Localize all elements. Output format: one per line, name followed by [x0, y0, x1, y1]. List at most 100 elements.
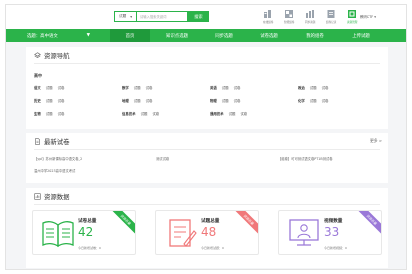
- stat-ribbon: 资源总量: [107, 211, 135, 238]
- resource-data-title-text: 资源数据: [44, 193, 70, 201]
- chevron-down-icon: ▼: [86, 33, 90, 38]
- subject-name: 地理: [122, 99, 129, 103]
- subject-link-papers[interactable]: 试卷: [234, 99, 241, 103]
- search-button[interactable]: 搜索: [188, 11, 209, 22]
- stat-title: 试题总量: [201, 219, 220, 224]
- quick-link-label: 组卷记录: [326, 21, 337, 24]
- paper-list-item[interactable]: 【ypl】苏州新课标高中语文卷_2: [34, 156, 82, 161]
- subject-link-papers[interactable]: 试卷: [58, 99, 65, 103]
- subject-cell: 语文 试题 试卷: [34, 85, 69, 90]
- subject-cell: 物理 试题 试卷: [210, 98, 245, 103]
- paper-list-item[interactable]: 温州中学2023高中语文考试: [34, 168, 75, 173]
- stat-today: 今日新增试题：0: [201, 246, 224, 250]
- subject-cell: 化学 试题 试卷: [298, 98, 333, 103]
- stat-title: 试卷总量: [78, 219, 97, 224]
- paper-list-item[interactable]: 【组卷】可可测试语文卷PT1B测试卷: [278, 156, 333, 161]
- subject-link-questions[interactable]: 试题: [134, 99, 141, 103]
- nav-paper-select[interactable]: 试卷选题: [249, 29, 289, 42]
- quick-link-resource-manage[interactable]: 资源管理: [347, 9, 357, 24]
- layers-icon: [34, 52, 41, 58]
- subject-link-questions[interactable]: 试题: [310, 99, 317, 103]
- divider: [34, 149, 380, 150]
- subject-cell: 通用技术 试题 试卷: [210, 111, 252, 116]
- database-icon: [34, 193, 41, 200]
- subject-link-questions[interactable]: 试题: [222, 86, 229, 90]
- subject-name: 信息技术: [122, 112, 136, 116]
- record-icon: [327, 10, 335, 18]
- paper-list-item[interactable]: 测试试卷: [156, 156, 169, 161]
- subject-link-questions[interactable]: 试题: [46, 112, 53, 116]
- subject-link-questions[interactable]: 试题: [141, 112, 148, 116]
- quick-link-online-compose[interactable]: 在线组卷: [263, 9, 273, 24]
- subject-link-questions[interactable]: 试题: [134, 86, 141, 90]
- subject-link-papers[interactable]: 试卷: [152, 112, 159, 116]
- search-scope-label: 试题: [119, 14, 127, 18]
- subject-name: 通用技术: [210, 112, 224, 116]
- stat-card-papers[interactable]: 试卷总量 42 今日新增试卷：0 资源总量: [32, 210, 136, 255]
- nav-sync-select[interactable]: 同步选题: [204, 29, 244, 42]
- quick-link-sync-resource[interactable]: 同步资源: [305, 9, 315, 24]
- stat-value: 42: [78, 225, 94, 239]
- stat-title: 视频数量: [324, 219, 343, 224]
- quick-link-smart-compose[interactable]: 智能组卷: [284, 9, 294, 24]
- subject-link-questions[interactable]: 试题: [310, 86, 317, 90]
- resource-data-title: 资源数据: [34, 192, 70, 201]
- subject-link-papers[interactable]: 试卷: [58, 112, 65, 116]
- subject-row: 生物 试题 试卷 信息技术 试题 试卷 通用技术 试题 试卷: [34, 111, 384, 117]
- search-bar: 试题 ▾ 请输入搜索关键词 搜索: [114, 11, 209, 22]
- subject-link-papers[interactable]: 试卷: [240, 112, 247, 116]
- subject-link-questions[interactable]: 试题: [46, 86, 53, 90]
- app-window: 试题 ▾ 请输入搜索关键词 搜索 在线组卷 智能组卷 同步资源 组卷记录 资源管…: [5, 4, 407, 270]
- search-input[interactable]: 请输入搜索关键词: [136, 11, 188, 22]
- subject-link-papers[interactable]: 试卷: [58, 86, 65, 90]
- divider: [34, 204, 380, 205]
- search-scope-select[interactable]: 试题 ▾: [114, 11, 136, 22]
- quick-link-record[interactable]: 组卷记录: [326, 9, 336, 24]
- open-book-icon: [42, 221, 74, 248]
- quick-link-label: 同步资源: [305, 21, 316, 24]
- subject-row: 语文 试题 试卷 数学 试题 试卷 英语 试题 试卷 政治 试题 试卷: [34, 85, 384, 91]
- top-header: 试题 ▾ 请输入搜索关键词 搜索 在线组卷 智能组卷 同步资源 组卷记录 资源管…: [6, 5, 406, 29]
- subject-name: 数学: [122, 86, 129, 90]
- subject-link-papers[interactable]: 试卷: [234, 86, 241, 90]
- latest-papers-title: 最新试卷: [34, 137, 70, 146]
- resource-manage-icon: [348, 10, 357, 18]
- paper-compose-icon: [264, 10, 272, 18]
- subject-cell: 地理 试题 试卷: [122, 98, 157, 103]
- nav-knowledge-select[interactable]: 知识点选题: [156, 29, 198, 42]
- nav-my-compose[interactable]: 我的组卷: [295, 29, 335, 42]
- stat-ribbon: 资源总量: [230, 211, 258, 238]
- subject-selector[interactable]: 选题：高中语文 ▼: [27, 29, 92, 42]
- stat-today: 今日新增视频：0: [324, 246, 347, 250]
- subject-link-papers[interactable]: 试卷: [146, 86, 153, 90]
- resource-nav-card: 资源导航 高中 语文 试题 试卷 数学 试题 试卷 英语 试题 试卷 政治 试题 试卷 历史 试题…: [26, 47, 388, 129]
- sync-resource-icon: [306, 10, 315, 18]
- resource-nav-title: 资源导航: [34, 51, 70, 60]
- resource-nav-title-text: 资源导航: [44, 52, 70, 60]
- resource-data-card: 资源数据 试卷总量 42 今日新增试卷：0 资源总量 试题总量 48 今日新增试…: [26, 188, 388, 268]
- subject-link-questions[interactable]: 试题: [46, 99, 53, 103]
- user-menu[interactable]: 教研CTF ▾: [360, 14, 376, 19]
- nav-upload[interactable]: 上传试题: [341, 29, 381, 42]
- stat-card-videos[interactable]: 视频数量 33 今日新增视频：0 资源总量: [278, 210, 382, 255]
- divider: [34, 63, 380, 64]
- nav-home[interactable]: 首页: [110, 29, 150, 42]
- exam-sheet-icon: [169, 219, 197, 247]
- subject-link-papers[interactable]: 试卷: [146, 99, 153, 103]
- subject-link-papers[interactable]: 试卷: [322, 99, 329, 103]
- stat-card-questions[interactable]: 试题总量 48 今日新增试题：0 资源总量: [155, 210, 259, 255]
- subject-cell: 生物 试题 试卷: [34, 111, 69, 116]
- chevron-down-icon: ▾: [130, 14, 132, 19]
- more-link[interactable]: 更多 >: [370, 138, 382, 144]
- latest-papers-title-text: 最新试卷: [44, 138, 70, 146]
- subject-link-questions[interactable]: 试题: [229, 112, 236, 116]
- subject-cell: 英语 试题 试卷: [210, 85, 245, 90]
- stat-ribbon: 资源总量: [353, 211, 381, 238]
- latest-papers-card: 最新试卷 更多 > 【ypl】苏州新课标高中语文卷_2 测试试卷 【组卷】可可测…: [26, 133, 388, 183]
- subject-label: 选题：高中语文: [27, 33, 58, 39]
- subject-link-questions[interactable]: 试题: [222, 99, 229, 103]
- grade-label: 高中: [34, 73, 42, 78]
- subject-cell: 信息技术 试题 试卷: [122, 111, 164, 116]
- quick-link-label: 资源管理: [347, 21, 358, 24]
- subject-link-papers[interactable]: 试卷: [322, 86, 329, 90]
